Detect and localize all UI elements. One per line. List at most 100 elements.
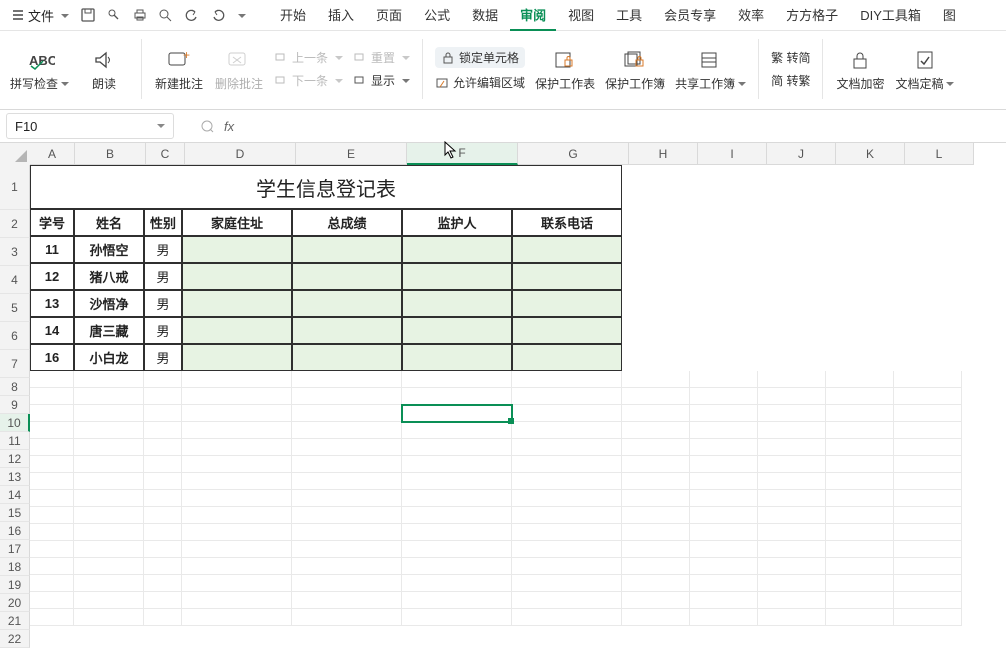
doc-encrypt-button[interactable]: 文档加密 [835,35,885,103]
spellcheck-button[interactable]: ABC 拼写检查 [10,35,69,103]
row-header-2[interactable]: 2 [0,210,30,238]
cell-A11[interactable] [30,422,74,439]
cell-D13[interactable] [182,456,292,473]
cell-G8[interactable] [512,371,622,388]
cell-A7[interactable]: 16 [30,344,74,371]
cell-J17[interactable] [758,524,826,541]
preview-icon[interactable] [155,4,177,26]
cell-L10[interactable] [894,405,962,422]
row-header-4[interactable]: 4 [0,266,30,294]
row-header-9[interactable]: 9 [0,396,30,414]
cell-G17[interactable] [512,524,622,541]
tab-审阅[interactable]: 审阅 [510,0,556,31]
cell-I21[interactable] [690,592,758,609]
cell-H10[interactable] [622,405,690,422]
cell-G19[interactable] [512,558,622,575]
cell-G9[interactable] [512,388,622,405]
cell-A4[interactable]: 12 [30,263,74,290]
cell-F3[interactable] [402,236,512,263]
cell-K12[interactable] [826,439,894,456]
prev-comment-button[interactable]: 上一条 [274,49,343,66]
cell-B13[interactable] [74,456,144,473]
cell-G21[interactable] [512,592,622,609]
cell-J18[interactable] [758,541,826,558]
cell-C15[interactable] [144,490,182,507]
tab-视图[interactable]: 视图 [558,0,604,31]
cell-J13[interactable] [758,456,826,473]
cell-G5[interactable] [512,290,622,317]
cell-B21[interactable] [74,592,144,609]
cell-F18[interactable] [402,541,512,558]
cell-A13[interactable] [30,456,74,473]
print-icon[interactable] [129,4,151,26]
cell-C4[interactable]: 男 [144,263,182,290]
protect-book-button[interactable]: 保护工作簿 [605,35,665,103]
cell-D16[interactable] [182,507,292,524]
tab-开始[interactable]: 开始 [270,0,316,31]
cell-F8[interactable] [402,371,512,388]
cell-C19[interactable] [144,558,182,575]
row-header-8[interactable]: 8 [0,378,30,396]
cell-B20[interactable] [74,575,144,592]
cell-L13[interactable] [894,456,962,473]
row-header-10[interactable]: 10 [0,414,30,432]
cell-F21[interactable] [402,592,512,609]
read-aloud-button[interactable]: 朗读 [79,35,129,103]
row-header-3[interactable]: 3 [0,238,30,266]
cell-G6[interactable] [512,317,622,344]
allow-edit-ranges-button[interactable]: 允许编辑区域 [435,74,525,91]
row-header-5[interactable]: 5 [0,294,30,322]
cell-C22[interactable] [144,609,182,626]
cell-J16[interactable] [758,507,826,524]
cell-A6[interactable]: 14 [30,317,74,344]
col-header-G[interactable]: G [518,143,629,165]
tab-效率[interactable]: 效率 [728,0,774,31]
cell-I8[interactable] [690,371,758,388]
col-header-A[interactable]: A [30,143,75,165]
cell-D8[interactable] [182,371,292,388]
cell-A21[interactable] [30,592,74,609]
cell-H19[interactable] [622,558,690,575]
cell-E9[interactable] [292,388,402,405]
cell-G16[interactable] [512,507,622,524]
tab-公式[interactable]: 公式 [414,0,460,31]
cell-E19[interactable] [292,558,402,575]
cell-K22[interactable] [826,609,894,626]
cell-F13[interactable] [402,456,512,473]
cell-B12[interactable] [74,439,144,456]
cell-B16[interactable] [74,507,144,524]
cell-F17[interactable] [402,524,512,541]
row-header-19[interactable]: 19 [0,576,30,594]
cell-A20[interactable] [30,575,74,592]
cell-C8[interactable] [144,371,182,388]
cell-A15[interactable] [30,490,74,507]
cell-C9[interactable] [144,388,182,405]
col-header-D[interactable]: D [185,143,296,165]
cell-A5[interactable]: 13 [30,290,74,317]
cell-G12[interactable] [512,439,622,456]
cell-F6[interactable] [402,317,512,344]
cell-G2[interactable]: 联系电话 [512,209,622,236]
cell-H14[interactable] [622,473,690,490]
quick-access-icon[interactable] [103,4,125,26]
cell-F9[interactable] [402,388,512,405]
tab-会员专享[interactable]: 会员专享 [654,0,726,31]
cell-E10[interactable] [292,405,402,422]
cell-F10[interactable] [402,405,512,422]
cell-A19[interactable] [30,558,74,575]
cell-H21[interactable] [622,592,690,609]
cell-G3[interactable] [512,236,622,263]
row-header-17[interactable]: 17 [0,540,30,558]
cell-J10[interactable] [758,405,826,422]
tab-页面[interactable]: 页面 [366,0,412,31]
col-header-L[interactable]: L [905,143,974,165]
cell-B11[interactable] [74,422,144,439]
cell-C2[interactable]: 性别 [144,209,182,236]
cell-G13[interactable] [512,456,622,473]
cell-D4[interactable] [182,263,292,290]
cell-E20[interactable] [292,575,402,592]
cell-C10[interactable] [144,405,182,422]
cell-L19[interactable] [894,558,962,575]
cell-H11[interactable] [622,422,690,439]
cell-D21[interactable] [182,592,292,609]
